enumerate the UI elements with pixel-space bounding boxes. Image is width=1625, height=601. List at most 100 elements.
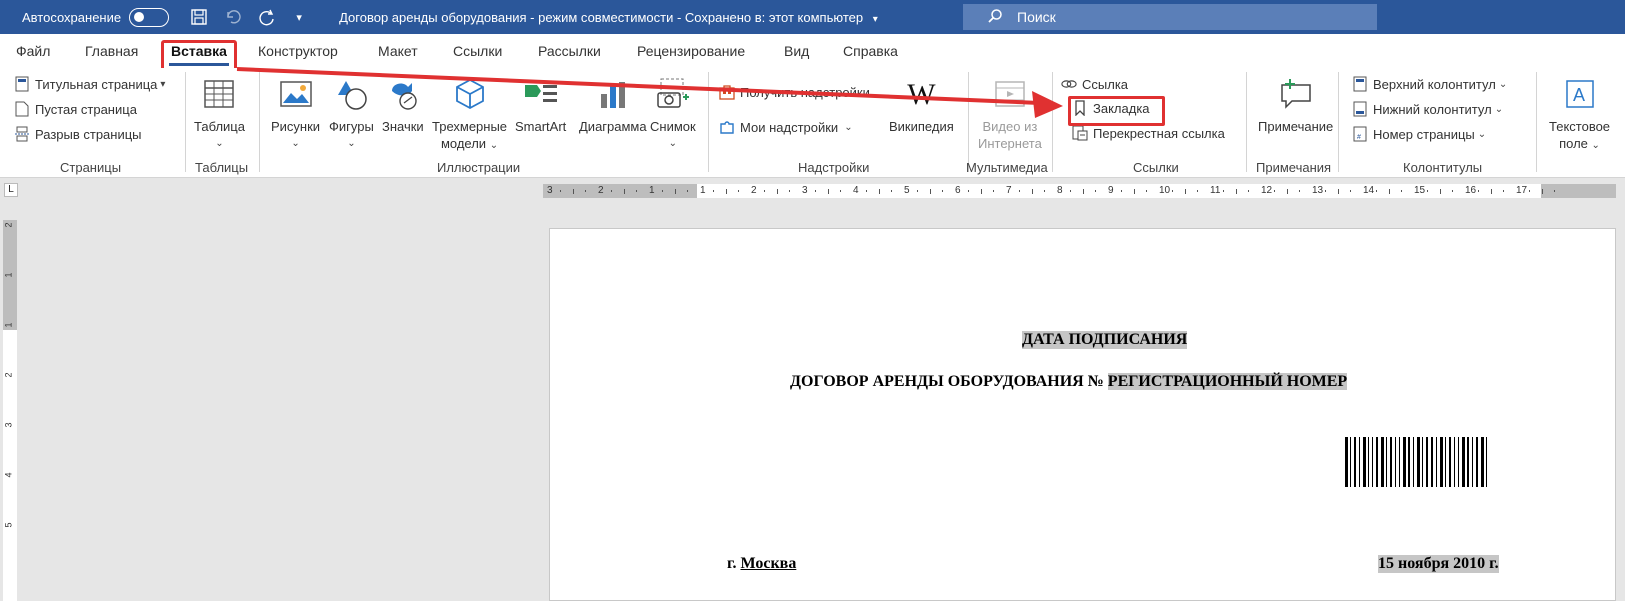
wikipedia-button[interactable]: W Википедия (889, 74, 954, 135)
comment-icon (1276, 74, 1316, 114)
barcode-bar (1408, 437, 1410, 487)
textbox-icon: A (1560, 74, 1600, 114)
autosave-toggle[interactable] (129, 7, 170, 27)
get-addins-label: Получить надстройки (740, 84, 870, 100)
bookmark-highlight (1068, 96, 1165, 126)
ruler-label: 1 (700, 185, 706, 196)
signing-date-field[interactable]: ДАТА ПОДПИСАНИЯ (1022, 331, 1188, 349)
ruler-tick (968, 190, 969, 192)
bar-chart-icon (593, 74, 633, 114)
barcode-image (1345, 437, 1520, 487)
ruler-tick (777, 188, 778, 194)
barcode-bar (1440, 437, 1443, 487)
ribbon-tabs: Файл Главная Вставка Конструктор Макет С… (0, 34, 1625, 68)
title-page-button[interactable]: Титульная страница ▾ (14, 76, 165, 92)
barcode-bar (1413, 437, 1414, 487)
blank-page-button[interactable]: Пустая страница (14, 101, 137, 117)
pictures-label: Рисунки (271, 119, 321, 134)
icons-label: Значки (382, 119, 424, 134)
barcode-bar (1462, 437, 1465, 487)
ribbon-separator (708, 72, 709, 172)
customize-toolbar-icon[interactable]: ▾ (289, 7, 309, 27)
save-icon[interactable] (189, 7, 209, 27)
tab-references[interactable]: Ссылки (453, 43, 502, 59)
ruler-tick (1440, 188, 1441, 194)
document-page[interactable] (549, 228, 1616, 601)
cross-reference-label: Перекрестная ссылка (1093, 125, 1225, 141)
film-icon (990, 74, 1030, 114)
pictures-button[interactable]: Рисунки ⌄ (271, 74, 320, 152)
ruler-tick (636, 190, 637, 192)
ruler-tick (1095, 190, 1096, 192)
search-box[interactable]: Поиск (963, 4, 1377, 30)
tab-design[interactable]: Конструктор (258, 43, 338, 59)
barcode-bar (1481, 437, 1484, 487)
blank-page-label: Пустая страница (35, 101, 137, 117)
ruler-tick (585, 190, 586, 192)
chart-button[interactable]: Диаграмма (579, 74, 647, 135)
ruler-tick (726, 188, 727, 194)
screenshot-icon (653, 74, 693, 114)
group-label-tables: Таблицы (195, 160, 249, 175)
page-break-button[interactable]: Разрыв страницы (14, 126, 142, 142)
page-break-label: Разрыв страницы (35, 126, 142, 142)
ruler-tick (828, 188, 829, 194)
link-icon (1061, 76, 1077, 92)
horizontal-ruler[interactable]: 3 2 1 1 2 3 4 5 6 7 8 9 10 11 12 13 14 15 16 17 (543, 184, 1616, 198)
tab-view[interactable]: Вид (784, 43, 809, 59)
ruler-tick (1223, 190, 1224, 192)
screenshot-button[interactable]: Снимок ⌄ (650, 74, 696, 152)
date-field[interactable]: 15 ноября 2010 г. (1378, 555, 1499, 573)
ruler-tick (1032, 188, 1033, 194)
table-button[interactable]: Таблица ⌄ (194, 74, 245, 152)
header-button[interactable]: Верхний колонтитул ⌄ (1352, 76, 1507, 92)
tab-home[interactable]: Главная (85, 43, 138, 59)
barcode-bar (1376, 437, 1378, 487)
ribbon-separator (1536, 72, 1537, 172)
ribbon-separator (1338, 72, 1339, 172)
vertical-ruler[interactable]: 2 1 1 2 3 4 5 (3, 220, 17, 601)
tab-selector-icon[interactable]: L (4, 183, 18, 197)
ribbon-insert: Титульная страница ▾ Пустая страница Раз… (0, 68, 1625, 178)
ruler-tick (687, 190, 688, 192)
barcode-bar (1472, 437, 1473, 487)
contract-number-field[interactable]: РЕГИСТРАЦИОННЫЙ НОМЕР (1107, 373, 1348, 390)
barcode-bar (1431, 437, 1433, 487)
ruler-tick (624, 188, 625, 194)
3d-models-button[interactable]: Трехмерные модели ⌄ (432, 74, 507, 154)
chevron-down-icon: ⌄ (668, 138, 678, 149)
tab-file[interactable]: Файл (16, 43, 50, 59)
textbox-button[interactable]: A Текстовое поле ⌄ (1549, 74, 1610, 154)
barcode-bar (1350, 437, 1351, 487)
ruler-label: 2 (751, 185, 757, 196)
document-title[interactable]: Договор аренды оборудования - режим совм… (339, 10, 878, 25)
redo-icon[interactable] (257, 7, 277, 27)
cross-reference-button[interactable]: Перекрестная ссылка (1072, 125, 1225, 141)
smartart-button[interactable]: SmartArt (515, 74, 566, 135)
search-icon (987, 8, 1003, 27)
footer-button[interactable]: Нижний колонтитул ⌄ (1352, 101, 1503, 117)
contract-title[interactable]: ДОГОВОР АРЕНДЫ ОБОРУДОВАНИЯ № РЕГИСТРАЦИ… (790, 373, 1348, 391)
tab-help[interactable]: Справка (843, 43, 898, 59)
page-number-button[interactable]: # Номер страницы ⌄ (1352, 126, 1486, 142)
ruler-tick (1529, 190, 1530, 192)
city-line[interactable]: г. Москва (727, 555, 796, 573)
ribbon-separator (259, 72, 260, 172)
tab-layout[interactable]: Макет (378, 43, 418, 59)
header-icon (1352, 76, 1368, 92)
comment-button[interactable]: Примечание (1258, 74, 1333, 135)
shapes-button[interactable]: Фигуры ⌄ (329, 74, 374, 152)
online-video-button[interactable]: Видео из Интернета (978, 74, 1042, 152)
link-button[interactable]: Ссылка (1061, 76, 1128, 92)
tab-review[interactable]: Рецензирование (637, 43, 745, 59)
contract-title-prefix: ДОГОВОР АРЕНДЫ ОБОРУДОВАНИЯ № (790, 373, 1108, 390)
ruler-tick (1236, 188, 1237, 194)
ruler-tick (840, 190, 841, 192)
get-addins-button[interactable]: Получить надстройки (719, 84, 870, 100)
group-label-addins: Надстройки (798, 160, 870, 175)
my-addins-button[interactable]: Мои надстройки ⌄ (719, 119, 853, 135)
tab-mailings[interactable]: Рассылки (538, 43, 601, 59)
icons-button[interactable]: Значки (382, 74, 424, 135)
barcode-bar (1458, 437, 1459, 487)
undo-icon[interactable] (223, 7, 243, 27)
